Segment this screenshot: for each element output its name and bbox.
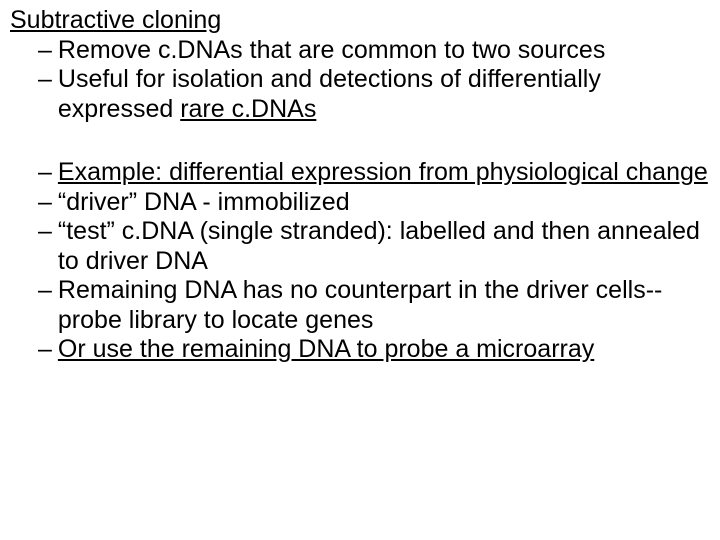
- list-item: – Remaining DNA has no counterpart in th…: [38, 276, 710, 335]
- dash-icon: –: [38, 188, 58, 218]
- list-item: – Example: differential expression from …: [38, 158, 710, 188]
- dash-icon: –: [38, 65, 58, 95]
- dash-icon: –: [38, 36, 58, 66]
- item-text: Or use the remaining DNA to probe a micr…: [58, 335, 710, 365]
- item-text: “driver” DNA - immobilized: [58, 188, 710, 218]
- item-text: Remaining DNA has no counterpart in the …: [58, 276, 710, 335]
- slide-title: Subtractive cloning: [10, 6, 710, 36]
- item-text: Useful for isolation and detections of d…: [58, 65, 710, 124]
- list-item: – “driver” DNA - immobilized: [38, 188, 710, 218]
- list-item: – Remove c.DNAs that are common to two s…: [38, 36, 710, 66]
- spacer: [10, 124, 710, 158]
- slide: Subtractive cloning – Remove c.DNAs that…: [0, 0, 720, 540]
- bullet-group-2: – Example: differential expression from …: [10, 158, 710, 365]
- list-item: – Or use the remaining DNA to probe a mi…: [38, 335, 710, 365]
- item-text: Example: differential expression from ph…: [58, 158, 710, 188]
- bullet-group-1: – Remove c.DNAs that are common to two s…: [10, 36, 710, 125]
- dash-icon: –: [38, 217, 58, 247]
- item-text: Remove c.DNAs that are common to two sou…: [58, 36, 710, 66]
- item-text: “test” c.DNA (single stranded): labelled…: [58, 217, 710, 276]
- dash-icon: –: [38, 335, 58, 365]
- dash-icon: –: [38, 158, 58, 188]
- dash-icon: –: [38, 276, 58, 306]
- list-item: – “test” c.DNA (single stranded): labell…: [38, 217, 710, 276]
- list-item: – Useful for isolation and detections of…: [38, 65, 710, 124]
